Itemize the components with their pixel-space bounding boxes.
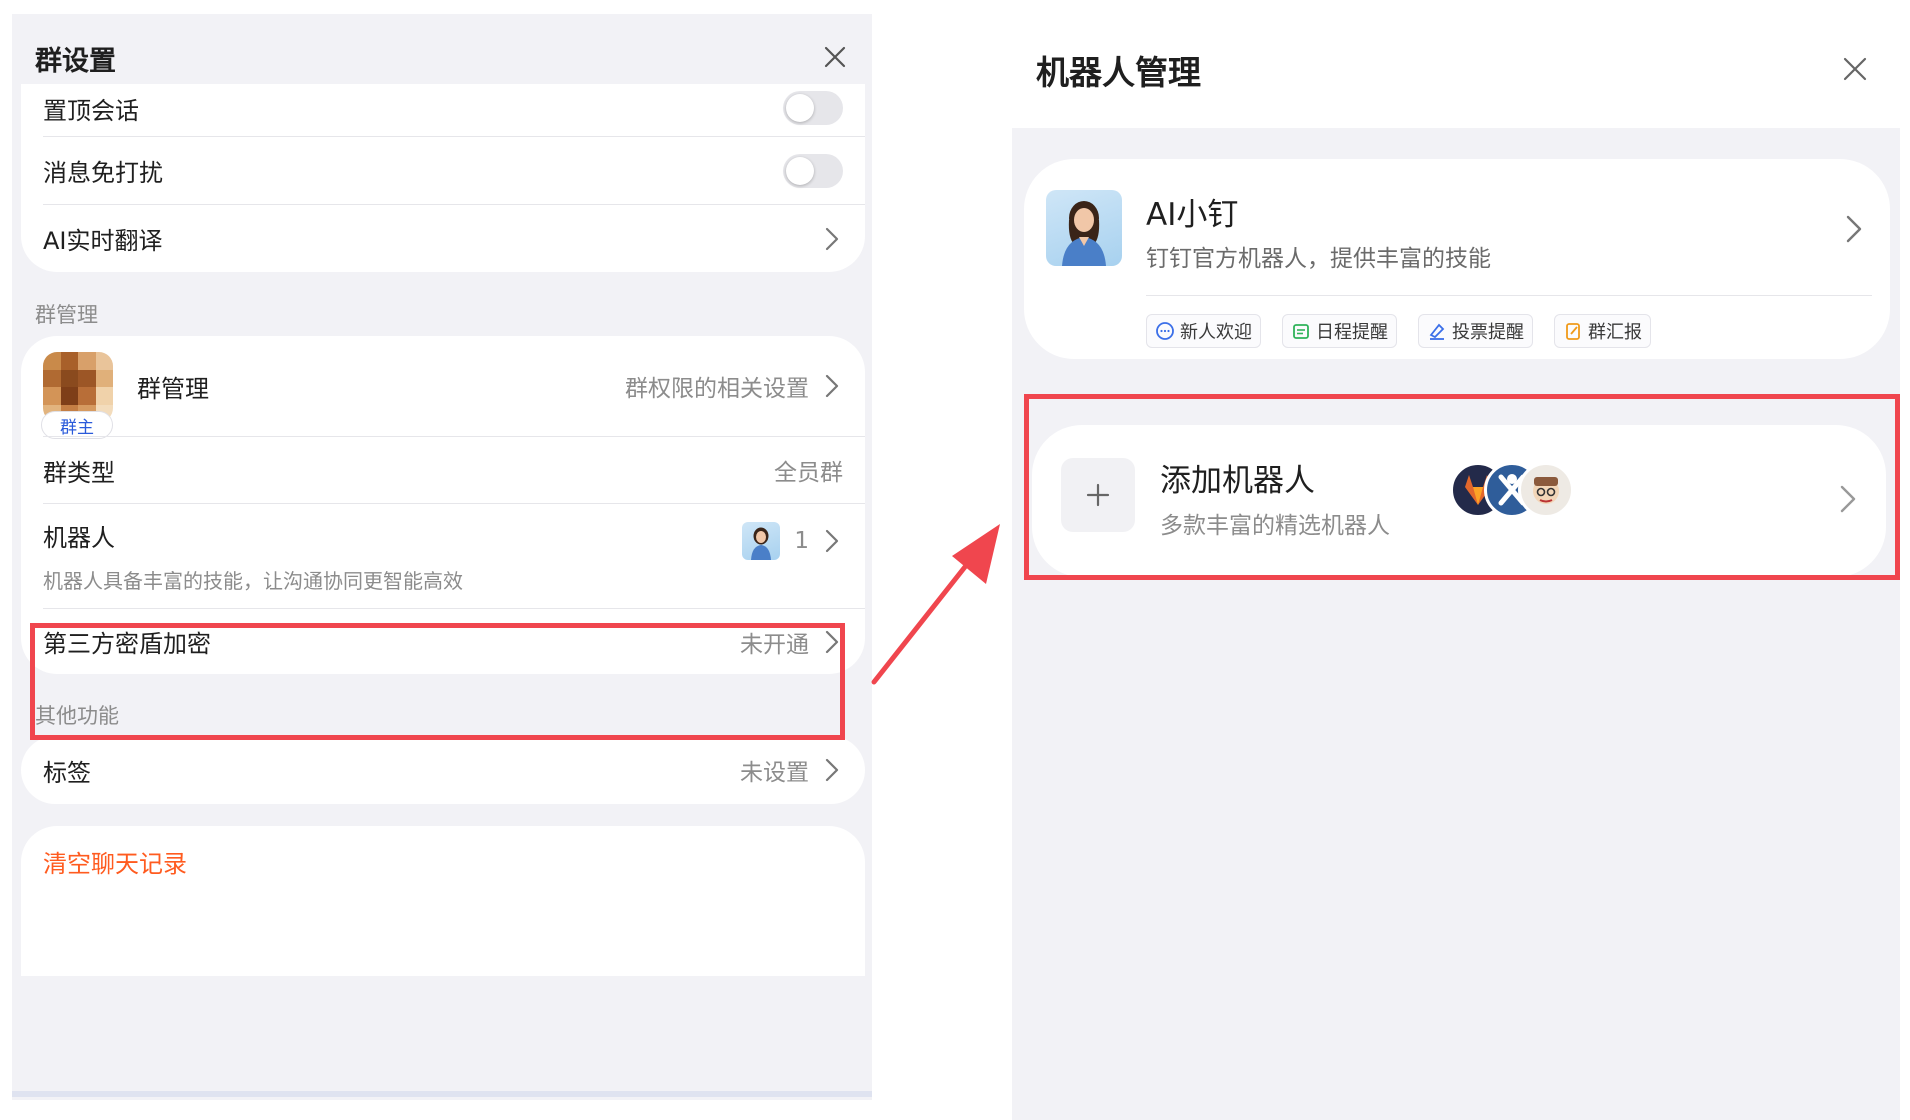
chat-bubble-icon bbox=[1156, 322, 1174, 340]
ai-bot-avatar bbox=[1046, 190, 1122, 266]
ai-bot-desc: 钉钉官方机器人，提供丰富的技能 bbox=[1146, 246, 1491, 272]
calendar-icon bbox=[1293, 324, 1309, 339]
robot-row[interactable]: 机器人 机器人具备丰富的技能，让沟通协同更智能高效 1 bbox=[21, 504, 865, 608]
do-not-disturb-toggle[interactable] bbox=[783, 153, 843, 188]
skill-label: 新人欢迎 bbox=[1180, 322, 1252, 343]
skill-label: 日程提醒 bbox=[1316, 322, 1388, 343]
chevron-right-icon bbox=[821, 374, 843, 398]
group-settings-title: 群设置 bbox=[35, 45, 116, 77]
add-robot-highlight bbox=[1024, 394, 1900, 580]
close-icon[interactable] bbox=[1830, 44, 1880, 94]
skill-tag-vote[interactable]: 投票提醒 bbox=[1418, 314, 1533, 348]
chevron-right-icon bbox=[821, 227, 843, 250]
group-mgmt-row[interactable]: 群主 群管理 群权限的相关设置 bbox=[21, 336, 865, 439]
group-settings-panel: 群设置 置顶会话 消息免打扰 AI实时翻译 群管理 群主 群管理 群权限的相关设… bbox=[12, 14, 872, 1100]
group-type-value: 全员群 bbox=[774, 460, 843, 486]
tags-label: 标签 bbox=[43, 758, 91, 787]
group-type-row[interactable]: 群类型 全员群 bbox=[21, 437, 865, 503]
do-not-disturb-row[interactable]: 消息免打扰 bbox=[21, 137, 865, 204]
group-mgmt-section-label: 群管理 bbox=[35, 303, 98, 327]
chevron-right-icon bbox=[821, 529, 843, 553]
owner-badge: 群主 bbox=[41, 411, 113, 439]
do-not-disturb-label: 消息免打扰 bbox=[43, 159, 163, 187]
clear-history-label: 清空聊天记录 bbox=[43, 849, 187, 878]
skill-tag-report[interactable]: 群汇报 bbox=[1554, 314, 1651, 348]
robot-sub: 机器人具备丰富的技能，让沟通协同更智能高效 bbox=[43, 569, 463, 593]
skill-label: 群汇报 bbox=[1588, 322, 1642, 343]
ai-bot-card[interactable]: AI小钉 钉钉官方机器人，提供丰富的技能 新人欢迎 日程提醒 投票提醒 群汇报 bbox=[1024, 159, 1890, 359]
pointer-arrow-icon bbox=[871, 524, 1000, 685]
robot-mgmt-panel: AI小钉 钉钉官方机器人，提供丰富的技能 新人欢迎 日程提醒 投票提醒 群汇报 … bbox=[1012, 128, 1900, 1120]
ai-translate-row[interactable]: AI实时翻译 bbox=[21, 205, 865, 272]
vote-icon bbox=[1429, 323, 1445, 340]
pin-chat-row[interactable]: 置顶会话 bbox=[21, 84, 865, 132]
skill-tag-welcome[interactable]: 新人欢迎 bbox=[1146, 314, 1261, 348]
skill-label: 投票提醒 bbox=[1452, 322, 1524, 343]
pin-chat-label: 置顶会话 bbox=[43, 96, 139, 125]
chevron-right-icon bbox=[1846, 215, 1862, 247]
basic-settings-card: 置顶会话 消息免打扰 AI实时翻译 bbox=[21, 84, 865, 272]
robot-mgmt-title: 机器人管理 bbox=[1036, 53, 1201, 92]
robot-label: 机器人 bbox=[43, 524, 115, 552]
pin-chat-toggle[interactable] bbox=[783, 91, 843, 125]
robot-count: 1 bbox=[794, 528, 809, 554]
clear-history-row[interactable]: 清空聊天记录 bbox=[21, 826, 865, 896]
chevron-right-icon bbox=[821, 758, 843, 782]
skill-tag-schedule[interactable]: 日程提醒 bbox=[1282, 314, 1397, 348]
ai-translate-label: AI实时翻译 bbox=[43, 227, 163, 255]
group-type-label: 群类型 bbox=[43, 458, 115, 487]
group-mgmt-label: 群管理 bbox=[137, 374, 209, 403]
robot-avatar bbox=[742, 522, 781, 560]
tags-value: 未设置 bbox=[740, 760, 809, 786]
robot-mgmt-header: 机器人管理 bbox=[1012, 0, 1910, 128]
close-icon[interactable] bbox=[810, 32, 860, 82]
ai-bot-name: AI小钉 bbox=[1146, 197, 1239, 233]
robot-row-highlight bbox=[30, 623, 845, 740]
group-mgmt-value: 群权限的相关设置 bbox=[625, 376, 809, 402]
tags-row[interactable]: 标签 未设置 bbox=[21, 736, 865, 804]
other-card: 标签 未设置 bbox=[21, 736, 865, 804]
bottom-edge bbox=[12, 1091, 872, 1097]
report-icon bbox=[1566, 323, 1580, 340]
clear-history-card: 清空聊天记录 bbox=[21, 826, 865, 976]
